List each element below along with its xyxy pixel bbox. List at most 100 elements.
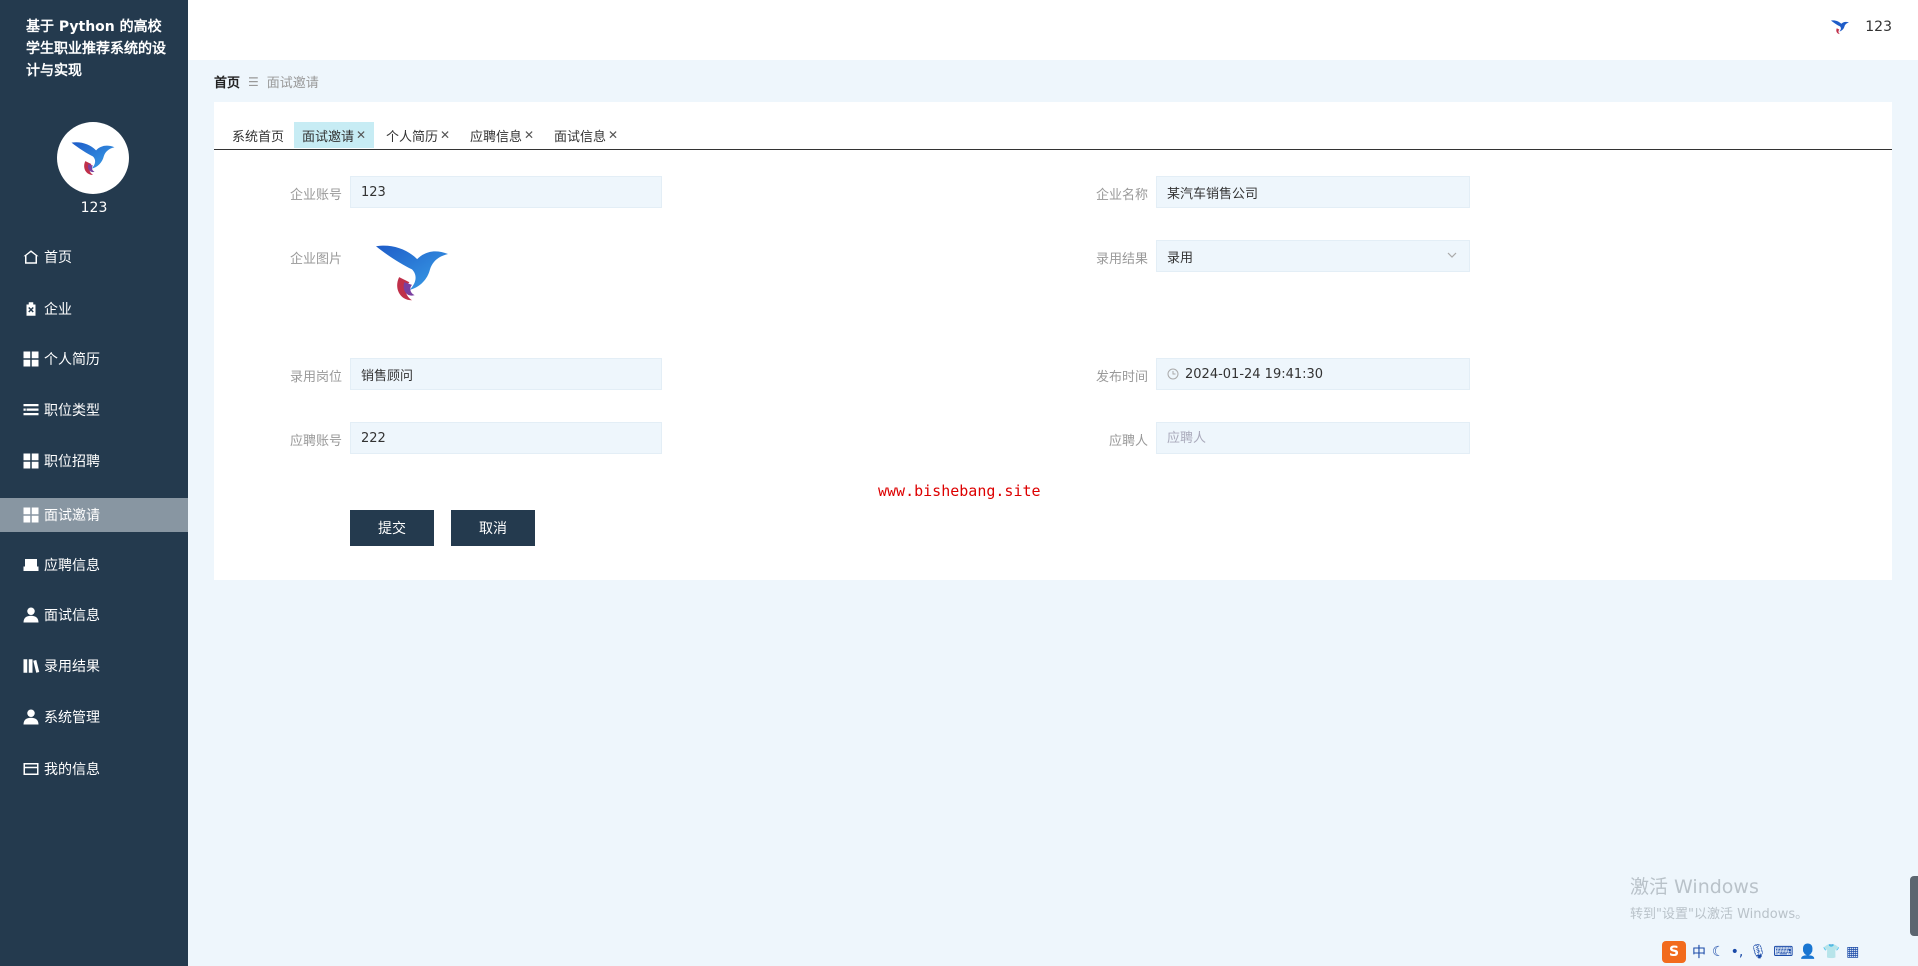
grid-icon [21,350,41,368]
sidebar-item-application[interactable]: 应聘信息 [0,548,188,582]
breadcrumb: 首页 ☰ 面试邀请 [214,72,319,92]
sidebar-item-home[interactable]: 首页 [0,240,188,274]
sogou-icon[interactable]: S [1662,941,1686,963]
close-icon[interactable]: ✕ [608,128,618,142]
sidebar-item-hire-result[interactable]: 录用结果 [0,649,188,683]
avatar-username: 123 [80,200,108,216]
sidebar-item-label: 录用结果 [44,659,100,675]
cancel-button[interactable]: 取消 [451,510,535,546]
close-icon[interactable]: ✕ [440,128,450,142]
bird-logo-icon [1831,20,1850,35]
home-icon [21,248,41,266]
sidebar-item-resume[interactable]: 个人简历 [0,342,188,376]
tab-label: 系统首页 [232,129,285,145]
microphone-icon[interactable]: 🎙 [1749,944,1767,960]
scrollbar[interactable] [1910,876,1918,936]
grid-icon [21,452,41,470]
sidebar-item-label: 首页 [44,250,72,266]
ime-tray: S 中 ☾ •, 🎙 ⌨ 👤 👕 ▦ [1662,940,1859,964]
sidebar-item-label: 职位招聘 [44,454,100,470]
company-account-label: 企业账号 [289,188,342,203]
sidebar-item-my-info[interactable]: 我的信息 [0,752,188,786]
hire-result-value: 录用 [1167,250,1194,266]
user-icon[interactable]: 👤 [1799,944,1816,960]
company-image[interactable] [372,236,452,308]
submit-button[interactable]: 提交 [350,510,434,546]
publish-time-label: 发布时间 [1095,370,1148,385]
clock-icon [1167,368,1179,380]
close-icon[interactable]: ✕ [524,128,534,142]
company-name-field[interactable]: 某汽车销售公司 [1156,176,1470,208]
sidebar-item-label: 系统管理 [44,710,100,726]
main-card: 系统首页 面试邀请 ✕ 个人简历 ✕ 应聘信息 ✕ 面试信息 ✕ 企业账号 123 企业… [214,102,1892,580]
sidebar-item-label: 个人简历 [44,352,100,368]
tab-bar: 系统首页 面试邀请 ✕ 个人简历 ✕ 应聘信息 ✕ 面试信息 ✕ [214,120,1892,150]
sidebar-item-label: 面试邀请 [44,508,100,524]
sidebar-item-interview-invite[interactable]: 面试邀请 [0,498,188,532]
activation-title: 激活 Windows [1630,876,1759,898]
publish-time-picker[interactable]: 2024-01-24 19:41:30 [1156,358,1470,390]
bird-logo-icon [376,245,448,301]
sidebar-item-label: 应聘信息 [44,558,100,574]
card-icon [21,760,41,778]
sidebar-item-system[interactable]: 系统管理 [0,700,188,734]
sidebar-item-job-type[interactable]: 职位类型 [0,393,188,427]
grid-icon [21,506,41,524]
keyboard-icon[interactable]: ⌨ [1773,944,1793,960]
sidebar-item-label: 职位类型 [44,403,100,419]
header-username: 123 [1865,19,1892,35]
hire-position-label: 录用岗位 [289,370,342,385]
tab-application[interactable]: 应聘信息 ✕ [462,122,542,148]
applicant-account-field[interactable]: 222 [350,422,662,454]
sidebar: 基于 Python 的高校学生职业推荐系统的设计与实现 123 首页 企业 个人… [0,0,188,966]
sidebar-item-company[interactable]: 企业 [0,292,188,326]
user-icon [21,708,41,726]
tab-resume[interactable]: 个人简历 ✕ [378,122,458,148]
menu-icon: ☰ [248,74,259,89]
hire-result-label: 录用结果 [1095,252,1148,267]
sidebar-item-interview-info[interactable]: 面试信息 [0,598,188,632]
ime-mode-label[interactable]: 中 [1692,942,1706,962]
grid-icon[interactable]: ▦ [1846,944,1859,960]
user-icon [21,606,41,624]
sidebar-item-job-recruit[interactable]: 职位招聘 [0,444,188,478]
company-name-label: 企业名称 [1095,188,1148,203]
app-title: 基于 Python 的高校学生职业推荐系统的设计与实现 [26,19,166,79]
windows-activation-notice: 激活 Windows 转到"设置"以激活 Windows。 [1630,872,1808,922]
list-icon [21,401,41,419]
bird-logo-icon [71,142,115,175]
avatar[interactable] [57,122,129,194]
watermark-url: www.bishebang.site [878,482,1041,500]
hire-position-field[interactable]: 销售顾问 [350,358,662,390]
inbox-icon [21,556,41,574]
tab-label: 个人简历 [386,129,439,145]
sidebar-item-label: 面试信息 [44,608,100,624]
clipboard-x-icon [21,300,41,318]
publish-time-value: 2024-01-24 19:41:30 [1185,366,1324,382]
punctuation-icon[interactable]: •, [1731,944,1744,960]
shirt-icon[interactable]: 👕 [1823,944,1840,960]
top-header: 123 [188,0,1918,60]
sidebar-item-label: 我的信息 [44,762,100,778]
tab-interview-info[interactable]: 面试信息 ✕ [546,122,626,148]
moon-icon[interactable]: ☾ [1712,944,1725,960]
tab-label: 应聘信息 [470,129,523,145]
tab-label: 面试邀请 [302,129,355,145]
activation-hint: 转到"设置"以激活 Windows。 [1630,907,1809,922]
applicant-label: 应聘人 [1108,434,1148,449]
breadcrumb-home[interactable]: 首页 [214,72,240,91]
breadcrumb-current: 面试邀请 [266,76,319,91]
hire-result-select[interactable]: 录用 [1156,240,1470,272]
header-user[interactable]: 123 [1829,18,1892,36]
close-icon[interactable]: ✕ [356,128,366,142]
chevron-down-icon [1447,252,1457,258]
tab-interview-invite[interactable]: 面试邀请 ✕ [294,122,375,148]
sidebar-item-label: 企业 [44,302,72,318]
tab-label: 面试信息 [554,129,607,145]
company-image-label: 企业图片 [289,252,342,267]
applicant-account-label: 应聘账号 [289,434,342,449]
books-icon [21,657,41,675]
applicant-input[interactable] [1156,422,1470,454]
tab-system-home[interactable]: 系统首页 [224,122,292,148]
company-account-field[interactable]: 123 [350,176,662,208]
